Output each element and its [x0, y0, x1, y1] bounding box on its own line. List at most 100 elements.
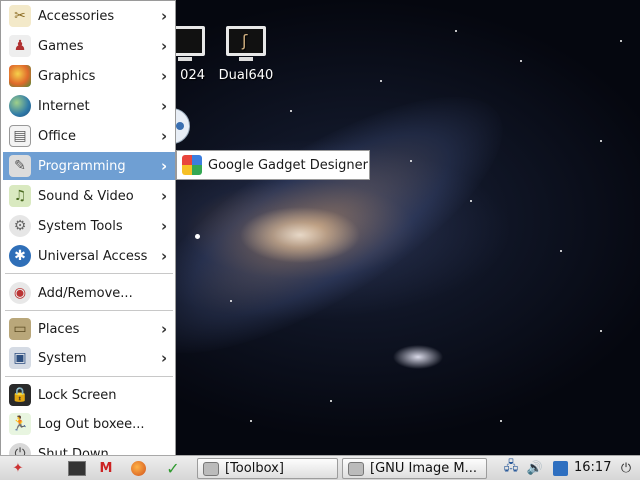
- chevron-right-icon: ›: [161, 217, 168, 235]
- menu-item-label: Games: [38, 38, 84, 54]
- menu-item-label: Log Out boxee...: [38, 416, 145, 432]
- star: [560, 250, 562, 252]
- monitor-icon: ʃ: [226, 26, 266, 61]
- menu-item-label: Universal Access: [38, 248, 148, 264]
- office-icon: ▤: [9, 125, 31, 147]
- gnome-foot-icon: ʃ: [242, 31, 248, 50]
- desktop-icon-label: Dual640: [218, 68, 274, 83]
- menu-item-label: Accessories: [38, 8, 115, 24]
- desktop-icon-dual640[interactable]: ʃ Dual640: [216, 26, 276, 83]
- gadget-tile-yellow: [182, 165, 192, 175]
- gadget-tile-green: [192, 165, 202, 175]
- menu-item-log-out[interactable]: 🏃 Log Out boxee...: [3, 410, 175, 438]
- applications-menu: ✂ Accessories › ♟ Games › Graphics › Int…: [0, 0, 176, 470]
- add-remove-icon: ◉: [9, 282, 31, 304]
- star: [620, 40, 622, 42]
- star: [600, 330, 602, 332]
- games-icon: ♟: [9, 35, 31, 57]
- menu-item-label: Places: [38, 321, 80, 337]
- menu-item-system[interactable]: ▣ System ›: [3, 344, 175, 372]
- star: [455, 30, 457, 32]
- menu-item-label: Internet: [38, 98, 90, 114]
- accessories-icon: ✂: [9, 5, 31, 27]
- menu-item-accessories[interactable]: ✂ Accessories ›: [3, 2, 175, 30]
- task-button-gnu-image-manipulation[interactable]: [GNU Image M...: [342, 458, 487, 479]
- menu-item-label: System Tools: [38, 218, 123, 234]
- browser-launcher-icon[interactable]: [128, 459, 148, 477]
- programming-submenu: Google Gadget Designer: [176, 150, 370, 180]
- gadget-tile-blue: [192, 155, 202, 165]
- task-label: [GNU Image M...: [370, 461, 477, 476]
- terminal-launcher-icon[interactable]: [68, 459, 86, 477]
- system-icon: ▣: [9, 347, 31, 369]
- submenu-item-label: Google Gadget Designer: [208, 157, 368, 173]
- chevron-right-icon: ›: [161, 320, 168, 338]
- volume-icon[interactable]: 🔊: [524, 459, 546, 477]
- menu-item-label: Office: [38, 128, 76, 144]
- menu-item-programming[interactable]: ✎ Programming ›: [3, 152, 175, 180]
- star: [470, 200, 472, 202]
- chevron-right-icon: ›: [161, 187, 168, 205]
- gimp-app-icon: [348, 461, 364, 476]
- chevron-right-icon: ›: [161, 247, 168, 265]
- gimp-app-icon: [203, 461, 219, 476]
- star: [500, 420, 502, 422]
- mail-launcher-icon[interactable]: M: [96, 459, 116, 477]
- star: [330, 400, 332, 402]
- submenu-item-google-gadget-designer[interactable]: Google Gadget Designer: [177, 151, 369, 179]
- menu-item-graphics[interactable]: Graphics ›: [3, 62, 175, 90]
- clock[interactable]: 16:17: [574, 459, 611, 477]
- launcher-icon[interactable]: ✦: [10, 459, 26, 477]
- home-folder-dot: [176, 122, 184, 130]
- star: [290, 110, 292, 112]
- notes-icon[interactable]: [550, 459, 570, 477]
- chevron-right-icon: ›: [161, 349, 168, 367]
- menu-item-label: Sound & Video: [38, 188, 134, 204]
- power-icon[interactable]: ⏻: [616, 459, 636, 477]
- star: [520, 60, 522, 62]
- bottom-panel: ✦ M ✓ [Toolbox] [GNU Image M... 🖧 🔊 16:1…: [0, 455, 640, 480]
- chevron-right-icon: ›: [161, 67, 168, 85]
- universal-access-icon: ✱: [9, 245, 31, 267]
- system-tools-icon: ⚙: [9, 215, 31, 237]
- menu-item-label: Add/Remove...: [38, 285, 133, 301]
- internet-globe-icon: [9, 95, 31, 117]
- programming-icon: ✎: [9, 155, 31, 177]
- menu-item-lock-screen[interactable]: 🔒 Lock Screen: [3, 381, 175, 409]
- menu-separator: [5, 310, 173, 311]
- chevron-right-icon: ›: [161, 157, 168, 175]
- menu-item-internet[interactable]: Internet ›: [3, 92, 175, 120]
- task-button-toolbox[interactable]: [Toolbox]: [197, 458, 338, 479]
- menu-item-system-tools[interactable]: ⚙ System Tools ›: [3, 212, 175, 240]
- menu-separator: [5, 376, 173, 377]
- star: [410, 160, 412, 162]
- places-folder-icon: ▭: [9, 318, 31, 340]
- star: [195, 234, 200, 239]
- chevron-right-icon: ›: [161, 97, 168, 115]
- menu-item-label: Graphics: [38, 68, 96, 84]
- menu-item-places[interactable]: ▭ Places ›: [3, 315, 175, 343]
- sound-video-icon: ♫: [9, 185, 31, 207]
- google-gadgets-icon: [182, 155, 202, 175]
- chevron-right-icon: ›: [161, 7, 168, 25]
- star: [600, 140, 602, 142]
- menu-item-add-remove[interactable]: ◉ Add/Remove...: [3, 279, 175, 307]
- chevron-right-icon: ›: [161, 37, 168, 55]
- menu-separator: [5, 273, 173, 274]
- menu-item-universal-access[interactable]: ✱ Universal Access ›: [3, 242, 175, 270]
- checkmark-launcher-icon[interactable]: ✓: [163, 459, 183, 478]
- menu-item-label: Programming: [38, 158, 126, 174]
- star: [230, 300, 232, 302]
- menu-item-games[interactable]: ♟ Games ›: [3, 32, 175, 60]
- menu-item-office[interactable]: ▤ Office ›: [3, 122, 175, 150]
- menu-item-label: Lock Screen: [38, 387, 117, 403]
- chevron-right-icon: ›: [161, 127, 168, 145]
- graphics-icon: [9, 65, 31, 87]
- star: [250, 420, 252, 422]
- network-icon[interactable]: 🖧: [500, 459, 522, 477]
- task-label: [Toolbox]: [225, 461, 284, 476]
- log-out-icon: 🏃: [9, 413, 31, 435]
- lock-screen-icon: 🔒: [9, 384, 31, 406]
- menu-item-sound-video[interactable]: ♫ Sound & Video ›: [3, 182, 175, 210]
- star: [380, 80, 382, 82]
